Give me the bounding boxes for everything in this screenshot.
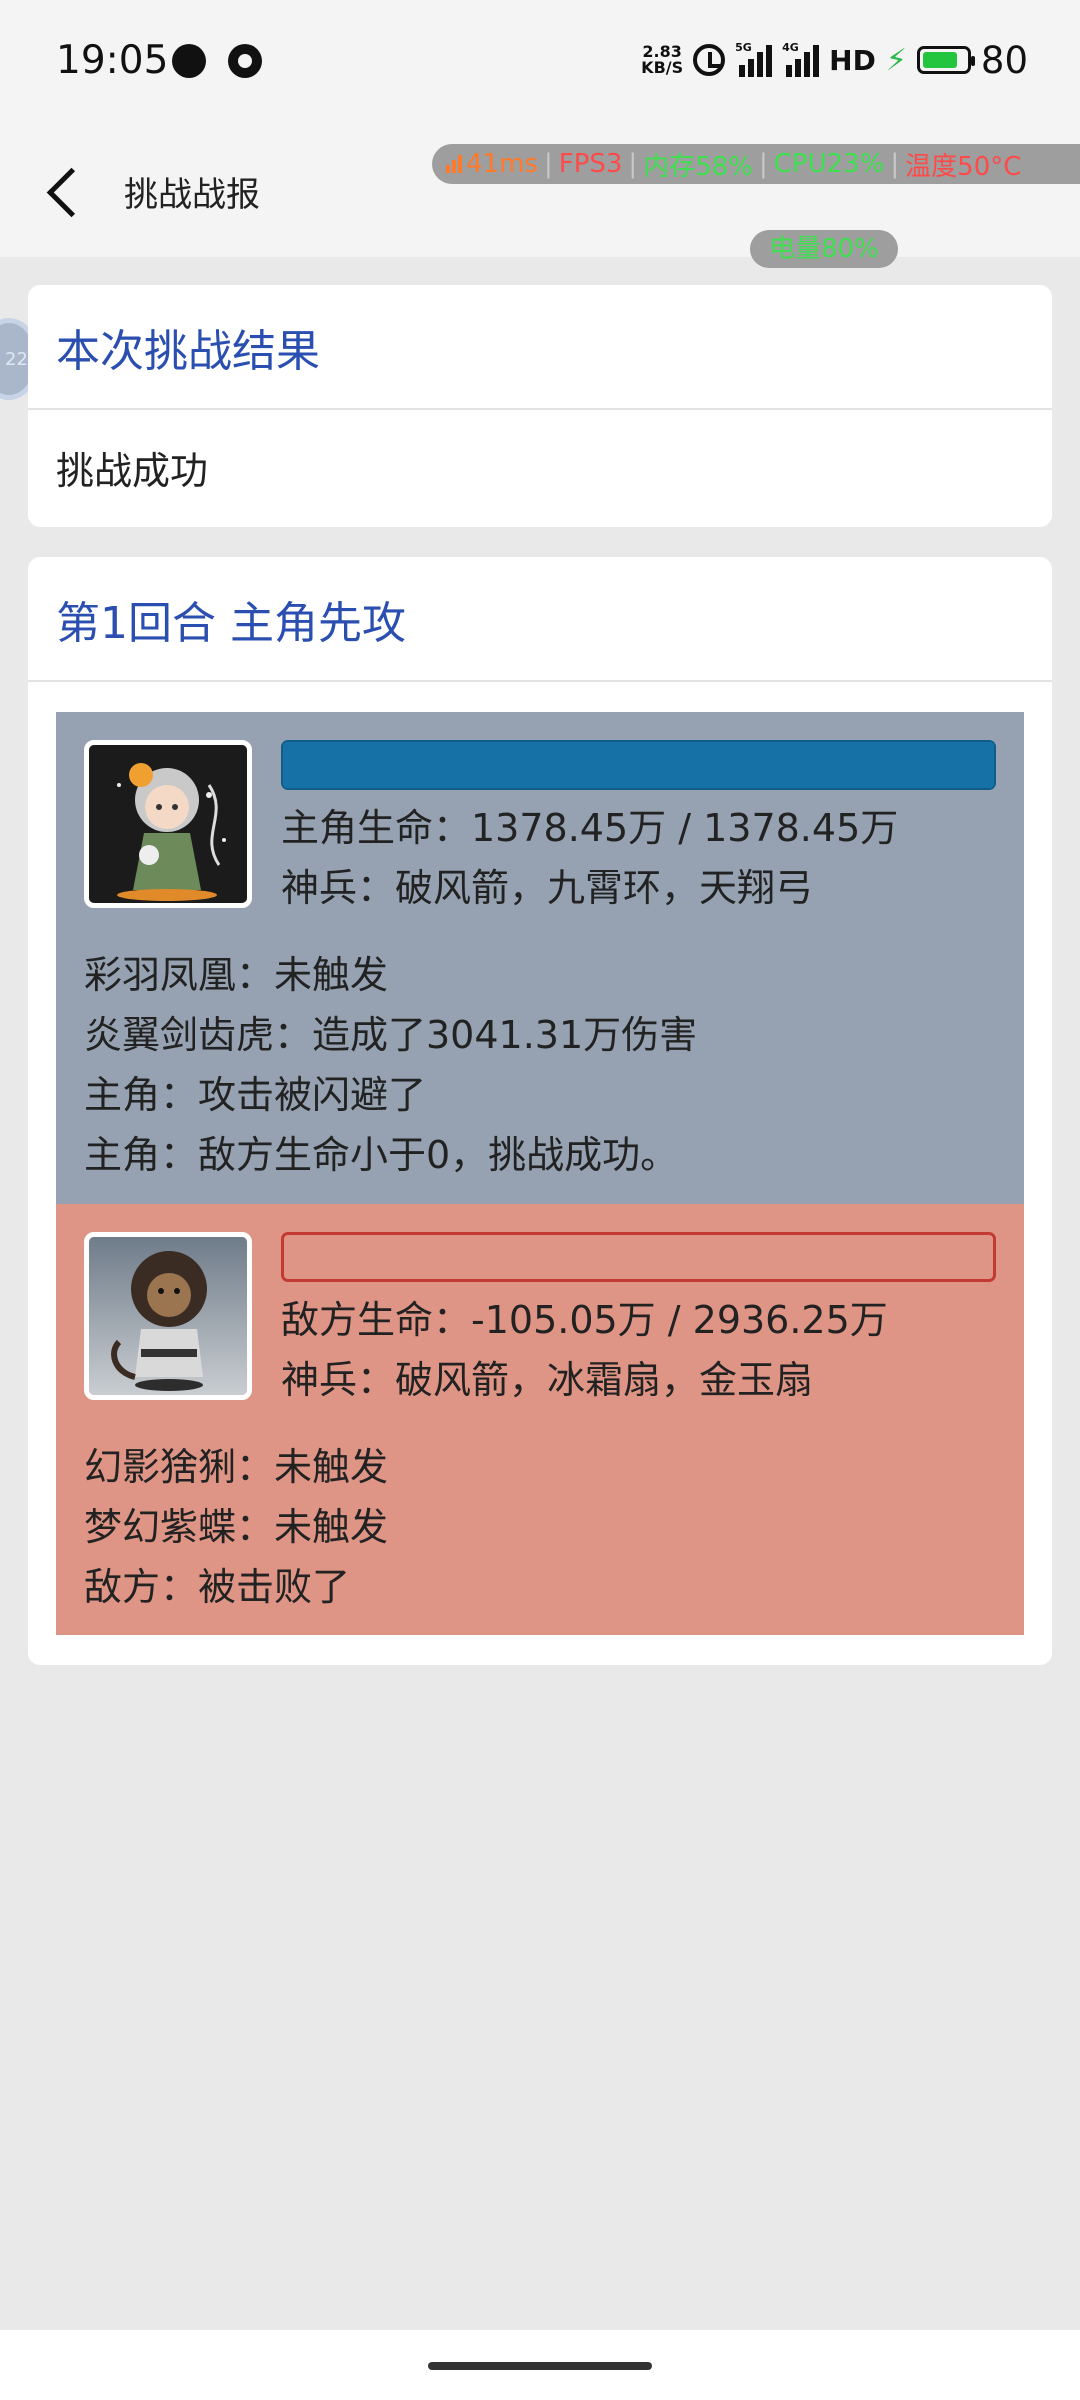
status-time: 19:05 [56,38,169,83]
result-card-title: 本次挑战结果 [28,285,1052,410]
signal-4g-tag: 4G [782,41,799,54]
memory-value: 内存58% [643,151,753,182]
result-text: 挑战成功 [56,449,209,493]
hero-avatar [84,740,252,908]
app-notification-icon [228,44,262,78]
battery-fill [922,52,957,68]
hero-hp-fill [283,742,994,788]
enemy-panel: 敌方生命：-105.05万 / 2936.25万 神兵：破风箭，冰霜扇，金玉扇 … [56,1204,1024,1635]
fps-value: FPS3 [558,149,623,179]
divider: | [758,149,768,179]
alarm-icon [693,44,726,76]
round-title: 第1回合 主角先攻 [28,557,1052,682]
home-indicator[interactable] [428,2362,652,2370]
battery-percent: 80 [980,38,1028,82]
signal-5g-icon: 5G [735,41,773,77]
back-button[interactable] [40,161,90,221]
hero-weapons-text: 神兵：破风箭，九霄环，天翔弓 [281,866,814,910]
temperature-value: 温度50°C [905,151,1022,182]
battle-log-line: 主角：敌方生命小于0，挑战成功。 [84,1133,679,1177]
latency-bars-icon [446,155,462,173]
battle-log-line: 炎翼剑齿虎：造成了3041.31万伤害 [84,1013,698,1057]
battle-log-line: 主角：攻击被闪避了 [84,1073,427,1117]
enemy-weapons-text: 神兵：破风箭，冰霜扇，金玉扇 [281,1358,814,1402]
floating-assist-label: 22 [5,349,28,370]
latency-value: 41ms [466,149,538,179]
hero-hp-bar [281,740,996,790]
charging-icon: ⚡ [885,42,907,78]
hero-panel: 主角生命：1378.45万 / 1378.45万 神兵：破风箭，九霄环，天翔弓 … [56,712,1024,1204]
enemy-hp-text: 敌方生命：-105.05万 / 2936.25万 [281,1298,888,1342]
battle-log-line: 幻影猞猁：未触发 [84,1445,389,1489]
cpu-value: CPU23% [773,149,885,179]
divider: | [890,149,900,179]
hero-hp-text: 主角生命：1378.45万 / 1378.45万 [281,806,899,850]
status-bar: 19:05 2.83 KB/S 5G 4G HD ⚡ 80 [0,0,1080,125]
chat-bubble-icon [172,44,206,78]
battery-overlay: 电量80% [750,230,898,268]
net-speed: 2.83 KB/S [641,44,683,76]
round-card: 第1回合 主角先攻 主角生命：1378.45万 / 1378.45万 神兵：破风… [28,557,1052,1665]
net-speed-unit: KB/S [641,58,684,77]
status-indicators: 2.83 KB/S 5G 4G HD ⚡ 80 [641,36,1028,84]
battle-log-line: 梦幻紫蝶：未触发 [84,1505,389,1549]
divider: | [543,149,553,179]
signal-5g-tag: 5G [735,41,752,54]
hd-voice-icon: HD [829,43,876,77]
battle-log-line: 敌方：被击败了 [84,1565,351,1609]
battery-icon [916,46,975,74]
enemy-avatar [84,1232,252,1400]
battle-log-line: 彩羽凤凰：未触发 [84,953,389,997]
page-title: 挑战战报 [124,175,260,215]
signal-4g-icon: 4G [782,41,820,77]
enemy-hp-bar [281,1232,996,1282]
result-card: 本次挑战结果 挑战成功 [28,285,1052,527]
performance-overlay: 41ms | FPS3 | 内存58% | CPU23% | 温度50°C [432,144,1080,184]
divider: | [628,149,638,179]
